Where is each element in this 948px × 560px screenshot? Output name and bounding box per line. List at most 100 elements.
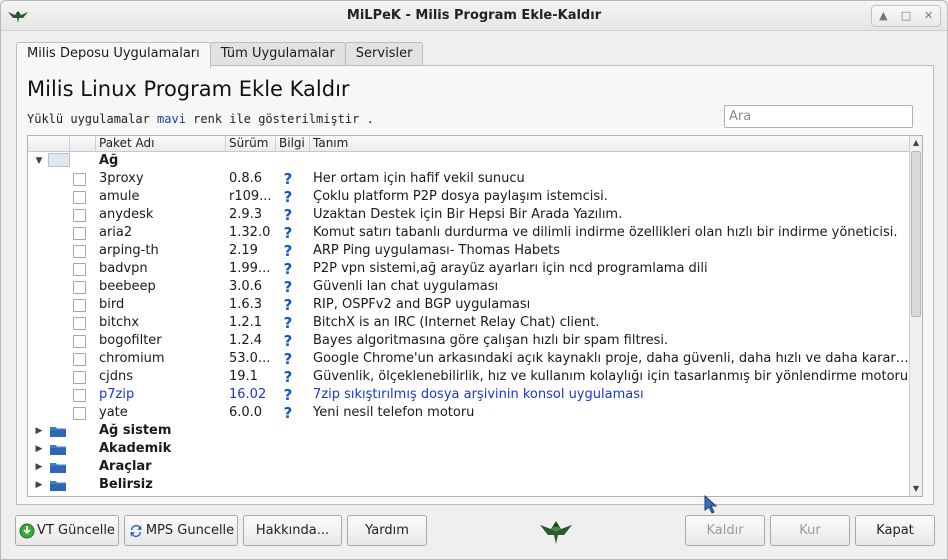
category-row[interactable]: ▶ Akademik: [28, 440, 910, 458]
package-name: arping-th: [99, 243, 159, 258]
category-row[interactable]: ▶ Desnir: [28, 494, 910, 496]
installed-color-note: Yüklü uygulamalar mavi renk ile gösteril…: [27, 112, 374, 126]
maximize-icon[interactable]: □: [897, 8, 915, 24]
package-checkbox[interactable]: [73, 209, 86, 222]
header-description[interactable]: Tanım: [310, 136, 910, 152]
header-version[interactable]: Sürüm: [226, 136, 276, 152]
info-question-icon[interactable]: ?: [280, 170, 296, 188]
table-row[interactable]: 3proxy 0.8.6? Her ortam için hafif vekil s…: [28, 170, 910, 188]
table-row[interactable]: badvpn 1.99...? P2P vpn sistemi,ağ arayüz …: [28, 260, 910, 278]
package-checkbox[interactable]: [73, 353, 86, 366]
vt-update-button[interactable]: VT Güncelle: [15, 515, 119, 546]
info-question-icon[interactable]: ?: [280, 242, 296, 260]
scroll-down-icon[interactable]: ▼: [910, 482, 922, 496]
category-name: Araçlar: [99, 459, 152, 474]
install-button[interactable]: Kur: [770, 515, 850, 546]
header-info[interactable]: Bilgi: [276, 136, 310, 152]
expand-arrow-icon[interactable]: ▶: [34, 422, 44, 440]
table-row[interactable]: bird 1.6.3? RIP, OSPFv2 and BGP uygulaması: [28, 296, 910, 314]
package-name: aria2: [99, 225, 133, 240]
table-row[interactable]: amule r109...? Çoklu platform P2P dosya pa…: [28, 188, 910, 206]
header-select[interactable]: [70, 136, 96, 152]
expand-arrow-icon[interactable]: ▶: [34, 476, 44, 494]
info-question-icon[interactable]: ?: [280, 278, 296, 296]
package-version: 1.6.3: [229, 297, 263, 312]
table-row[interactable]: beebeep 3.0.6? Güvenli lan chat uygulaması: [28, 278, 910, 296]
table-row[interactable]: anydesk 2.9.3? Uzaktan Destek için Bir Hep…: [28, 206, 910, 224]
header-name[interactable]: Paket Adı: [96, 136, 226, 152]
mps-update-button[interactable]: MPS Guncelle: [124, 515, 238, 546]
remove-button[interactable]: Kaldır: [685, 515, 765, 546]
about-button[interactable]: Hakkında...: [243, 515, 342, 546]
window-controls: ▲ □ ✕: [871, 5, 941, 27]
package-description: Bayes algoritmasına göre çalışan hızlı b…: [313, 333, 669, 348]
package-checkbox[interactable]: [73, 389, 86, 402]
header-expander[interactable]: [28, 136, 70, 152]
category-row[interactable]: ▶ Araçlar: [28, 458, 910, 476]
table-row[interactable]: aria2 1.32.0? Komut satırı tabanlı durdurm…: [28, 224, 910, 242]
info-question-icon[interactable]: ?: [280, 368, 296, 386]
info-question-icon[interactable]: ?: [280, 188, 296, 206]
info-question-icon[interactable]: ?: [280, 350, 296, 368]
package-version: 0.8.6: [229, 171, 263, 186]
info-question-icon[interactable]: ?: [280, 404, 296, 422]
package-version: 16.02: [229, 387, 267, 402]
minimize-icon[interactable]: ▲: [874, 8, 892, 24]
category-row[interactable]: ▶ Ağ sistem: [28, 422, 910, 440]
expand-arrow-icon[interactable]: ▶: [34, 440, 44, 458]
info-question-icon[interactable]: ?: [280, 206, 296, 224]
package-description: BitchX is an IRC (Internet Relay Chat) c…: [313, 315, 600, 330]
package-checkbox[interactable]: [73, 245, 86, 258]
table-row[interactable]: arping-th 2.19? ARP Ping uygulaması- Thoma…: [28, 242, 910, 260]
expand-arrow-icon[interactable]: ▶: [34, 494, 44, 496]
category-row[interactable]: ▶ Belirsiz: [28, 476, 910, 494]
refresh-icon: [130, 524, 142, 537]
package-checkbox[interactable]: [73, 173, 86, 186]
package-checkbox[interactable]: [73, 191, 86, 204]
tab-servisler[interactable]: Servisler: [344, 42, 424, 66]
vertical-scrollbar[interactable]: ▲ ▼: [909, 136, 922, 496]
title-bar[interactable]: MiLPeK - Milis Program Ekle-Kaldır ▲ □ ✕: [1, 1, 947, 31]
table-row[interactable]: chromium 53.0...? Google Chrome'un arkasın…: [28, 350, 910, 368]
package-checkbox[interactable]: [73, 227, 86, 240]
close-button[interactable]: Kapat: [855, 515, 935, 546]
package-description: 7zip sıkıştırılmış dosya arşivinin konso…: [313, 387, 644, 402]
table-row[interactable]: cjdns 19.1? Güvenlik, ölçeklenebilirlik, h…: [28, 368, 910, 386]
package-name: anydesk: [99, 207, 154, 222]
category-selection-box: [48, 153, 70, 167]
scroll-up-icon[interactable]: ▲: [910, 136, 922, 150]
package-checkbox[interactable]: [73, 299, 86, 312]
package-version: 1.32.0: [229, 225, 271, 240]
info-question-icon[interactable]: ?: [280, 224, 296, 242]
close-icon[interactable]: ✕: [920, 8, 938, 24]
info-question-icon[interactable]: ?: [280, 386, 296, 404]
table-row[interactable]: p7zip 16.02? 7zip sıkıştırılmış dosya arşi…: [28, 386, 910, 404]
help-button[interactable]: Yardım: [347, 515, 427, 546]
package-name: bitchx: [99, 315, 140, 330]
folder-icon: [50, 445, 66, 455]
collapse-arrow-icon[interactable]: ▼: [34, 152, 44, 170]
scrollbar-thumb[interactable]: [911, 151, 921, 317]
expand-arrow-icon[interactable]: ▶: [34, 458, 44, 476]
package-checkbox[interactable]: [73, 407, 86, 420]
package-description: Uzaktan Destek için Bir Hepsi Bir Arada …: [313, 207, 623, 222]
package-checkbox[interactable]: [73, 371, 86, 384]
search-input[interactable]: [724, 105, 913, 128]
package-checkbox[interactable]: [73, 335, 86, 348]
table-row[interactable]: bitchx 1.2.1? BitchX is an IRC (Internet R…: [28, 314, 910, 332]
tab-tum-uygulamalar[interactable]: Tüm Uygulamalar: [209, 42, 346, 66]
package-checkbox[interactable]: [73, 281, 86, 294]
package-description: Yeni nesil telefon motoru: [313, 405, 475, 420]
info-question-icon[interactable]: ?: [280, 332, 296, 350]
package-checkbox[interactable]: [73, 317, 86, 330]
info-question-icon[interactable]: ?: [280, 296, 296, 314]
table-row[interactable]: bogofilter 1.2.4? Bayes algoritmasına göre…: [28, 332, 910, 350]
mps-update-label: MPS Guncelle: [145, 523, 235, 538]
tab-milis-deposu[interactable]: Milis Deposu Uygulamaları: [16, 42, 211, 68]
info-question-icon[interactable]: ?: [280, 260, 296, 278]
package-checkbox[interactable]: [73, 263, 86, 276]
info-question-icon[interactable]: ?: [280, 314, 296, 332]
vt-update-label: VT Güncelle: [37, 523, 115, 538]
table-row[interactable]: yate 6.0.0? Yeni nesil telefon motoru: [28, 404, 910, 422]
category-row-ag[interactable]: ▼ Ağ: [28, 152, 910, 170]
